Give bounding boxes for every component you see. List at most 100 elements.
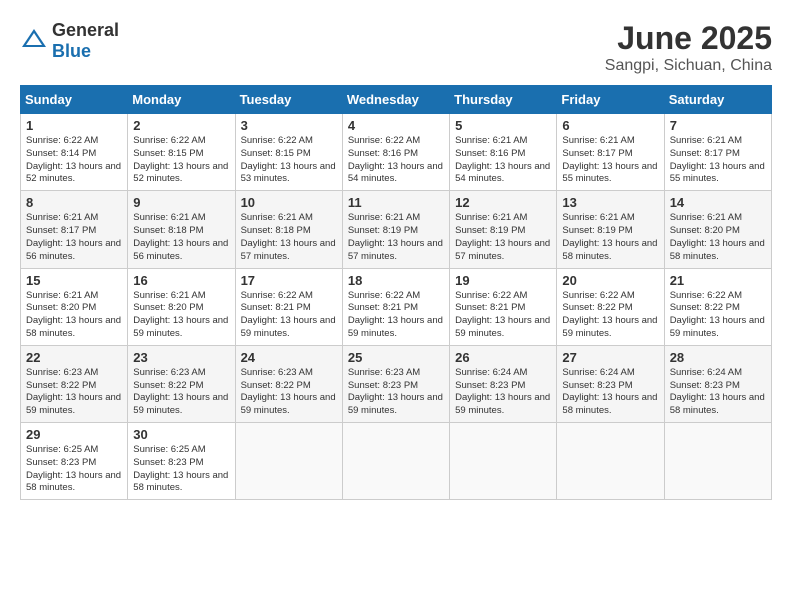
- day-number: 28: [670, 350, 766, 365]
- day-number: 30: [133, 427, 229, 442]
- logo-blue: Blue: [52, 41, 91, 61]
- day-number: 25: [348, 350, 444, 365]
- day-number: 26: [455, 350, 551, 365]
- day-number: 9: [133, 195, 229, 210]
- calendar-cell: [342, 423, 449, 500]
- day-number: 3: [241, 118, 337, 133]
- calendar-cell: 28 Sunrise: 6:24 AM Sunset: 8:23 PM Dayli…: [664, 345, 771, 422]
- day-number: 24: [241, 350, 337, 365]
- day-info: Sunrise: 6:22 AM Sunset: 8:22 PM Dayligh…: [562, 290, 658, 341]
- calendar-subtitle: Sangpi, Sichuan, China: [605, 57, 772, 75]
- calendar-cell: 29 Sunrise: 6:25 AM Sunset: 8:23 PM Dayli…: [21, 423, 128, 500]
- calendar-cell: 23Sunrise: 6:23 AM Sunset: 8:22 PM Dayli…: [128, 345, 235, 422]
- calendar-week-row: 1 Sunrise: 6:22 AM Sunset: 8:14 PM Daylig…: [21, 114, 772, 191]
- day-number: 8: [26, 195, 122, 210]
- day-number: 17: [241, 273, 337, 288]
- day-info: Sunrise: 6:22 AM Sunset: 8:21 PM Dayligh…: [455, 290, 551, 341]
- day-number: 21: [670, 273, 766, 288]
- day-info: Sunrise: 6:21 AM Sunset: 8:18 PM Dayligh…: [133, 212, 229, 263]
- day-info: Sunrise: 6:23 AM Sunset: 8:23 PM Dayligh…: [348, 367, 444, 418]
- column-header-friday: Friday: [557, 86, 664, 114]
- day-info: Sunrise: 6:22 AM Sunset: 8:21 PM Dayligh…: [241, 290, 337, 341]
- calendar-cell: 21Sunrise: 6:22 AM Sunset: 8:22 PM Dayli…: [664, 268, 771, 345]
- calendar-cell: 3 Sunrise: 6:22 AM Sunset: 8:15 PM Daylig…: [235, 114, 342, 191]
- column-header-thursday: Thursday: [450, 86, 557, 114]
- calendar-cell: 17 Sunrise: 6:22 AM Sunset: 8:21 PM Dayli…: [235, 268, 342, 345]
- column-header-tuesday: Tuesday: [235, 86, 342, 114]
- calendar-cell: [235, 423, 342, 500]
- calendar-week-row: 22 Sunrise: 6:23 AM Sunset: 8:22 PM Dayli…: [21, 345, 772, 422]
- day-info: Sunrise: 6:24 AM Sunset: 8:23 PM Dayligh…: [455, 367, 551, 418]
- calendar-cell: 4 Sunrise: 6:22 AM Sunset: 8:16 PM Daylig…: [342, 114, 449, 191]
- calendar-cell: 16 Sunrise: 6:21 AM Sunset: 8:20 PM Dayli…: [128, 268, 235, 345]
- calendar-cell: 7 Sunrise: 6:21 AM Sunset: 8:17 PM Daylig…: [664, 114, 771, 191]
- day-info: Sunrise: 6:21 AM Sunset: 8:19 PM Dayligh…: [562, 212, 658, 263]
- day-info: Sunrise: 6:21 AM Sunset: 8:20 PM Dayligh…: [26, 290, 122, 341]
- day-info: Sunrise: 6:22 AM Sunset: 8:15 PM Dayligh…: [133, 135, 229, 186]
- calendar-cell: 13 Sunrise: 6:21 AM Sunset: 8:19 PM Dayli…: [557, 191, 664, 268]
- day-info: Sunrise: 6:22 AM Sunset: 8:14 PM Dayligh…: [26, 135, 122, 186]
- calendar-cell: [664, 423, 771, 500]
- calendar-cell: 5 Sunrise: 6:21 AM Sunset: 8:16 PM Daylig…: [450, 114, 557, 191]
- day-info: Sunrise: 6:24 AM Sunset: 8:23 PM Dayligh…: [562, 367, 658, 418]
- calendar-cell: 22 Sunrise: 6:23 AM Sunset: 8:22 PM Dayli…: [21, 345, 128, 422]
- calendar-cell: 14 Sunrise: 6:21 AM Sunset: 8:20 PM Dayli…: [664, 191, 771, 268]
- column-header-wednesday: Wednesday: [342, 86, 449, 114]
- day-info: Sunrise: 6:25 AM Sunset: 8:23 PM Dayligh…: [26, 444, 122, 495]
- day-number: 5: [455, 118, 551, 133]
- column-header-sunday: Sunday: [21, 86, 128, 114]
- day-number: 19: [455, 273, 551, 288]
- column-header-monday: Monday: [128, 86, 235, 114]
- calendar-cell: 18Sunrise: 6:22 AM Sunset: 8:21 PM Dayli…: [342, 268, 449, 345]
- calendar-cell: [557, 423, 664, 500]
- day-number: 7: [670, 118, 766, 133]
- day-number: 15: [26, 273, 122, 288]
- day-info: Sunrise: 6:21 AM Sunset: 8:18 PM Dayligh…: [241, 212, 337, 263]
- day-info: Sunrise: 6:21 AM Sunset: 8:17 PM Dayligh…: [26, 212, 122, 263]
- day-number: 10: [241, 195, 337, 210]
- calendar-cell: [450, 423, 557, 500]
- day-number: 1: [26, 118, 122, 133]
- day-number: 22: [26, 350, 122, 365]
- day-number: 16: [133, 273, 229, 288]
- day-info: Sunrise: 6:21 AM Sunset: 8:16 PM Dayligh…: [455, 135, 551, 186]
- day-info: Sunrise: 6:23 AM Sunset: 8:22 PM Dayligh…: [26, 367, 122, 418]
- header: General Blue June 2025 Sangpi, Sichuan, …: [20, 20, 772, 75]
- day-number: 11: [348, 195, 444, 210]
- day-info: Sunrise: 6:21 AM Sunset: 8:20 PM Dayligh…: [670, 212, 766, 263]
- day-number: 18: [348, 273, 444, 288]
- day-info: Sunrise: 6:21 AM Sunset: 8:17 PM Dayligh…: [670, 135, 766, 186]
- calendar-cell: 9 Sunrise: 6:21 AM Sunset: 8:18 PM Daylig…: [128, 191, 235, 268]
- calendar-cell: 2 Sunrise: 6:22 AM Sunset: 8:15 PM Daylig…: [128, 114, 235, 191]
- day-number: 20: [562, 273, 658, 288]
- calendar-cell: 15 Sunrise: 6:21 AM Sunset: 8:20 PM Dayli…: [21, 268, 128, 345]
- column-header-saturday: Saturday: [664, 86, 771, 114]
- day-info: Sunrise: 6:21 AM Sunset: 8:19 PM Dayligh…: [348, 212, 444, 263]
- calendar-cell: 19 Sunrise: 6:22 AM Sunset: 8:21 PM Dayli…: [450, 268, 557, 345]
- calendar-cell: 24Sunrise: 6:23 AM Sunset: 8:22 PM Dayli…: [235, 345, 342, 422]
- day-number: 27: [562, 350, 658, 365]
- day-number: 29: [26, 427, 122, 442]
- day-number: 4: [348, 118, 444, 133]
- day-info: Sunrise: 6:22 AM Sunset: 8:15 PM Dayligh…: [241, 135, 337, 186]
- logo-text: General Blue: [52, 20, 119, 62]
- day-info: Sunrise: 6:22 AM Sunset: 8:16 PM Dayligh…: [348, 135, 444, 186]
- day-number: 2: [133, 118, 229, 133]
- title-area: June 2025 Sangpi, Sichuan, China: [605, 20, 772, 75]
- calendar-cell: 1 Sunrise: 6:22 AM Sunset: 8:14 PM Daylig…: [21, 114, 128, 191]
- calendar-title: June 2025: [605, 20, 772, 57]
- day-info: Sunrise: 6:21 AM Sunset: 8:20 PM Dayligh…: [133, 290, 229, 341]
- calendar-table: SundayMondayTuesdayWednesdayThursdayFrid…: [20, 85, 772, 500]
- calendar-cell: 30Sunrise: 6:25 AM Sunset: 8:23 PM Dayli…: [128, 423, 235, 500]
- calendar-cell: 25 Sunrise: 6:23 AM Sunset: 8:23 PM Dayli…: [342, 345, 449, 422]
- calendar-cell: 6Sunrise: 6:21 AM Sunset: 8:17 PM Daylig…: [557, 114, 664, 191]
- calendar-cell: 8 Sunrise: 6:21 AM Sunset: 8:17 PM Daylig…: [21, 191, 128, 268]
- day-number: 12: [455, 195, 551, 210]
- day-number: 13: [562, 195, 658, 210]
- day-info: Sunrise: 6:24 AM Sunset: 8:23 PM Dayligh…: [670, 367, 766, 418]
- calendar-cell: 27 Sunrise: 6:24 AM Sunset: 8:23 PM Dayli…: [557, 345, 664, 422]
- calendar-cell: 11 Sunrise: 6:21 AM Sunset: 8:19 PM Dayli…: [342, 191, 449, 268]
- day-number: 14: [670, 195, 766, 210]
- logo-icon: [20, 27, 48, 55]
- calendar-cell: 10 Sunrise: 6:21 AM Sunset: 8:18 PM Dayli…: [235, 191, 342, 268]
